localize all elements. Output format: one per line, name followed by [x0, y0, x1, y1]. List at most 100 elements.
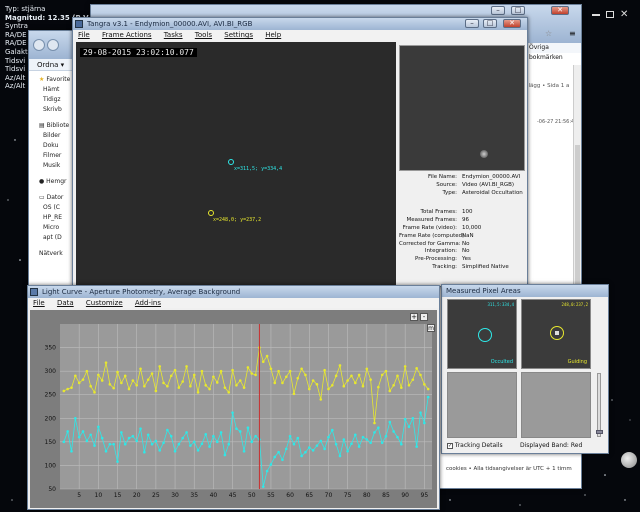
menu-add-ins[interactable]: Add-ins	[135, 299, 161, 307]
zoom-in-button[interactable]: +	[410, 313, 418, 321]
data-point	[250, 372, 254, 375]
maximize-icon[interactable]: □	[483, 19, 497, 28]
data-point	[373, 421, 376, 425]
menu-help[interactable]: Help	[265, 31, 281, 39]
data-point	[81, 378, 85, 381]
data-point	[238, 379, 242, 382]
data-point	[74, 416, 77, 420]
aperture-circle	[478, 328, 492, 342]
data-point	[292, 392, 296, 396]
data-point	[415, 367, 418, 370]
star-bookmark-icon[interactable]: ☆	[545, 29, 552, 38]
close-icon[interactable]: ✕	[551, 6, 569, 15]
target-marker-guiding[interactable]	[208, 210, 214, 216]
data-point	[235, 427, 238, 430]
data-point	[384, 369, 388, 373]
data-point	[304, 450, 307, 454]
menu-customize[interactable]: Customize	[86, 299, 123, 307]
data-point	[212, 375, 215, 379]
checkbox-icon[interactable]: ✓	[447, 442, 453, 449]
close-icon[interactable]: ✕	[620, 9, 628, 20]
moon-icon[interactable]	[621, 452, 637, 468]
data-point	[357, 445, 361, 448]
data-point	[423, 383, 426, 386]
menu-settings[interactable]: Settings	[224, 31, 253, 39]
data-point	[281, 381, 284, 385]
maximize-icon[interactable]: □	[511, 6, 525, 15]
m-button[interactable]: m	[427, 324, 435, 332]
page-snippet: nlägg • Sida 1 a	[525, 83, 570, 89]
data-point	[288, 369, 292, 373]
data-point	[150, 442, 154, 446]
menu-file[interactable]: File	[78, 31, 90, 39]
other-bookmarks[interactable]: Övriga bokmärken	[529, 44, 563, 61]
data-point	[177, 442, 181, 446]
data-point	[89, 433, 92, 437]
data-point	[166, 384, 169, 388]
zoom-slider[interactable]	[596, 373, 603, 437]
x-tick-label: 35	[190, 492, 198, 499]
data-point	[196, 391, 200, 394]
data-point	[365, 367, 369, 371]
data-point	[181, 436, 185, 440]
tangra-menubar: File Frame Actions Tasks Tools Settings …	[73, 30, 527, 40]
data-point	[162, 381, 165, 385]
data-point	[154, 389, 158, 393]
data-point	[288, 434, 292, 438]
data-point	[108, 442, 112, 446]
close-icon[interactable]: ✕	[503, 19, 521, 28]
data-point	[85, 369, 89, 373]
data-point	[319, 439, 323, 443]
minimize-icon[interactable]: –	[465, 19, 479, 28]
data-point	[350, 374, 353, 378]
target-marker-occulted[interactable]	[228, 159, 234, 165]
video-frame[interactable]: 29-08-2015 23:02:10.077 x=311,5; y=334,4…	[76, 42, 396, 285]
zoom-out-button[interactable]: -	[420, 313, 428, 321]
data-point	[104, 361, 108, 364]
minimize-icon[interactable]: –	[491, 6, 505, 15]
data-point	[327, 435, 330, 439]
x-tick-label: 25	[152, 492, 160, 499]
x-tick-label: 10	[95, 492, 103, 499]
menu-icon[interactable]: ≡	[569, 29, 576, 38]
minimize-icon[interactable]	[592, 14, 600, 16]
chart-area[interactable]: 50 100 150 200 250 300 350 5 10 15 20 25 30 35 40 45 50 5…	[30, 310, 437, 508]
organize-button[interactable]: Ordna ▾	[37, 61, 64, 69]
forward-icon[interactable]	[47, 39, 59, 51]
pixel-cell-occulted: 311,5:334,4 Occulted	[447, 299, 517, 369]
x-tick-label: 40	[210, 492, 218, 499]
data-point	[70, 386, 73, 389]
back-icon[interactable]	[33, 39, 45, 51]
menu-tools[interactable]: Tools	[195, 31, 212, 39]
menu-frame-actions[interactable]: Frame Actions	[102, 31, 152, 39]
menu-data[interactable]: Data	[57, 299, 74, 307]
light-curve-chart[interactable]: 50 100 150 200 250 300 350 5 10 15 20 25 30 35 40 45 50 5…	[30, 310, 437, 508]
data-point	[396, 374, 399, 378]
pixel-areas-window[interactable]: Measured Pixel Areas 311,5:334,4 Occulte…	[441, 284, 609, 454]
tangra-window[interactable]: Tangra v3.1 - Endymion_00000.AVI, AVI.BI…	[72, 17, 528, 287]
data-point	[215, 381, 219, 384]
data-point	[116, 460, 119, 463]
data-point	[97, 425, 100, 429]
cell1-label: Occulted	[490, 359, 513, 365]
data-point	[323, 368, 326, 372]
y-tick-label: 100	[45, 462, 57, 469]
data-point	[104, 449, 108, 453]
x-tick-label: 15	[114, 492, 122, 499]
data-point	[327, 387, 330, 391]
data-point	[300, 454, 303, 458]
menu-tasks[interactable]: Tasks	[164, 31, 183, 39]
tracking-details-toggle[interactable]: ✓ Tracking Details	[447, 442, 503, 449]
data-point	[108, 383, 112, 386]
light-curve-window[interactable]: Light Curve - Aperture Photometry, Avera…	[27, 285, 440, 510]
menu-file[interactable]: File	[33, 299, 45, 307]
restore-icon[interactable]	[606, 11, 614, 18]
data-point	[407, 425, 411, 429]
data-point	[281, 458, 284, 462]
zoomed-star	[480, 150, 488, 158]
data-point	[415, 445, 418, 448]
data-point	[177, 386, 181, 389]
data-point	[284, 375, 288, 379]
x-tick-label: 45	[229, 492, 237, 499]
data-point	[97, 373, 100, 377]
